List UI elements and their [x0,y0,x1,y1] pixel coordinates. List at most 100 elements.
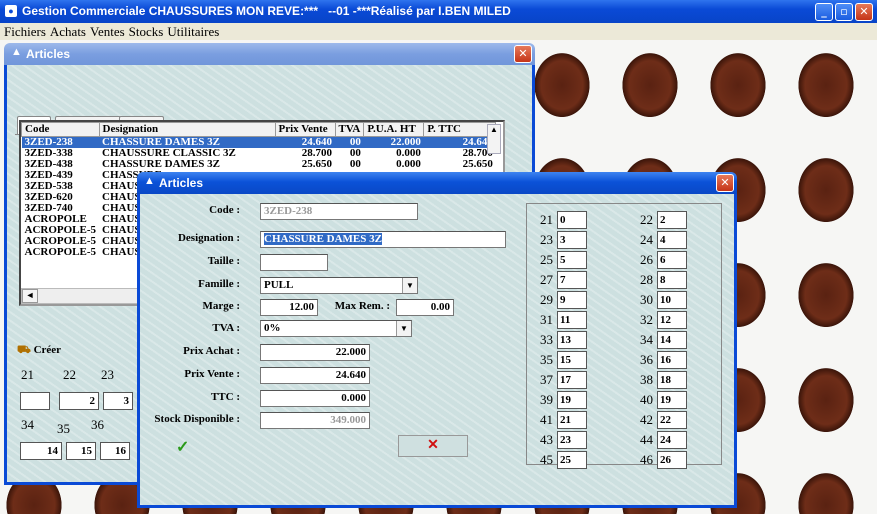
code-field[interactable]: 3ZED-238 [260,203,418,220]
back-size-label-36: 36 [91,417,104,432]
table-row[interactable]: 3ZED-238 CHASSURE DAMES 3Z 24.640 00 22.000 2… [21,136,496,148]
window-triangle-icon: ▲ [11,46,22,58]
size-label-31: 31 [540,312,553,327]
table-cell: 00 [349,159,361,170]
back-size-field-34[interactable]: 14 [20,442,62,460]
col-prix-vente[interactable]: Prix Vente [274,122,336,137]
grid-vertical-scrollbar[interactable]: ▲ [487,124,501,154]
cancel-icon: ✕ [427,438,439,453]
table-cell: ACROPOLE-5 [24,247,97,258]
size-label-45: 45 [540,452,553,467]
size-field-30[interactable]: 10 [657,291,687,309]
size-field-41[interactable]: 21 [557,411,587,429]
back-size-field-21[interactable] [20,392,50,410]
close-button[interactable]: ✕ [855,3,873,21]
maximize-button[interactable]: ▫ [835,3,853,21]
col-pttc[interactable]: P. TTC [423,122,497,137]
size-field-45[interactable]: 25 [557,451,587,469]
taille-field[interactable] [260,254,328,271]
size-label-35: 35 [540,352,553,367]
size-field-42[interactable]: 22 [657,411,687,429]
cancel-button[interactable]: ✕ [398,435,468,457]
back-size-label-22: 22 [63,367,76,382]
label-designation: Designation : [177,232,240,244]
size-field-33[interactable]: 13 [557,331,587,349]
sizes-panel: 21 0 22 2 23 3 24 4 25 5 26 6 27 7 28 8 29 9 30 10 31 11 32 12 3… [526,203,722,469]
table-cell: 24.640 [423,136,496,148]
back-size-field-22[interactable]: 2 [59,392,99,410]
size-field-23[interactable]: 3 [557,231,587,249]
size-label-29: 29 [540,292,553,307]
table-row[interactable]: 3ZED-438 CHASSURE DAMES 3Z 25.650 00 0.000 25… [22,159,496,170]
table-cell: 3ZED-439 [24,170,73,181]
size-label-23: 23 [540,232,553,247]
articles-list-title-bar: ▲ Articles ✕ [4,43,535,65]
back-size-field-35[interactable]: 15 [66,442,96,460]
tva-dropdown[interactable]: 0% ▼ [260,320,412,337]
famille-dropdown[interactable]: PULL ▼ [260,277,418,294]
size-field-35[interactable]: 15 [557,351,587,369]
article-detail-close-button[interactable]: ✕ [716,174,734,192]
chevron-down-icon[interactable]: ▼ [402,278,417,293]
table-cell: 0.000 [396,159,421,170]
create-button[interactable]: ⛟ Créer [17,344,61,358]
size-field-28[interactable]: 8 [657,271,687,289]
menu-utilitaires[interactable]: Utilitaires [167,24,219,40]
size-field-37[interactable]: 17 [557,371,587,389]
minimize-button[interactable]: _ [815,3,833,21]
ttc-field[interactable]: 0.000 [260,390,370,407]
prix-achat-field[interactable]: 22.000 [260,344,370,361]
back-size-field-36[interactable]: 16 [100,442,130,460]
chevron-down-icon[interactable]: ▼ [396,321,411,336]
table-row[interactable]: 3ZED-338 CHAUSSURE CLASSIC 3Z 28.700 00 0.00… [22,148,496,159]
table-cell: 3ZED-238 [21,136,99,148]
marge-field[interactable]: 12.00 [260,299,318,316]
size-field-39[interactable]: 19 [557,391,587,409]
menu-ventes[interactable]: Ventes [90,24,125,40]
validate-button[interactable]: ✓ [176,437,189,457]
size-field-29[interactable]: 9 [557,291,587,309]
size-field-27[interactable]: 7 [557,271,587,289]
size-field-22[interactable]: 2 [657,211,687,229]
size-field-25[interactable]: 5 [557,251,587,269]
table-cell: 24.640 [275,136,335,148]
prix-vente-field[interactable]: 24.640 [260,367,370,384]
size-field-21[interactable]: 0 [557,211,587,229]
size-field-36[interactable]: 16 [657,351,687,369]
stock-field[interactable]: 349.000 [260,412,370,429]
size-field-24[interactable]: 4 [657,231,687,249]
label-prix-achat: Prix Achat : [183,345,240,357]
menu-stocks[interactable]: Stocks [129,24,164,40]
article-detail-title-bar: ▲ Articles ✕ [137,172,737,194]
menu-fichiers[interactable]: Fichiers [4,24,46,40]
menu-achats[interactable]: Achats [50,24,86,40]
size-field-40[interactable]: 19 [657,391,687,409]
size-field-31[interactable]: 11 [557,311,587,329]
scroll-up-icon[interactable]: ▲ [488,125,500,134]
back-size-field-23[interactable]: 3 [103,392,133,410]
size-field-46[interactable]: 26 [657,451,687,469]
size-label-24: 24 [640,232,653,247]
col-code[interactable]: Code [21,122,100,137]
col-pua-ht[interactable]: P.U.A. HT [363,122,425,137]
max-rem-field[interactable]: 0.00 [396,299,454,316]
create-icon: ⛟ [17,344,31,356]
size-field-44[interactable]: 24 [657,431,687,449]
size-field-26[interactable]: 6 [657,251,687,269]
col-tva[interactable]: TVA [334,122,365,137]
size-field-34[interactable]: 14 [657,331,687,349]
size-field-32[interactable]: 12 [657,311,687,329]
back-size-label-34: 34 [21,417,34,432]
designation-field[interactable]: CHASSURE DAMES 3Z [260,231,506,248]
size-label-26: 26 [640,252,653,267]
scroll-left-icon[interactable]: ◄ [22,289,38,303]
size-label-32: 32 [640,312,653,327]
size-label-39: 39 [540,392,553,407]
col-designation[interactable]: Designation [98,122,276,137]
size-label-38: 38 [640,372,653,387]
articles-list-close-button[interactable]: ✕ [514,45,532,63]
app-icon[interactable]: ● [5,5,17,17]
size-label-41: 41 [540,412,553,427]
size-field-43[interactable]: 23 [557,431,587,449]
size-field-38[interactable]: 18 [657,371,687,389]
